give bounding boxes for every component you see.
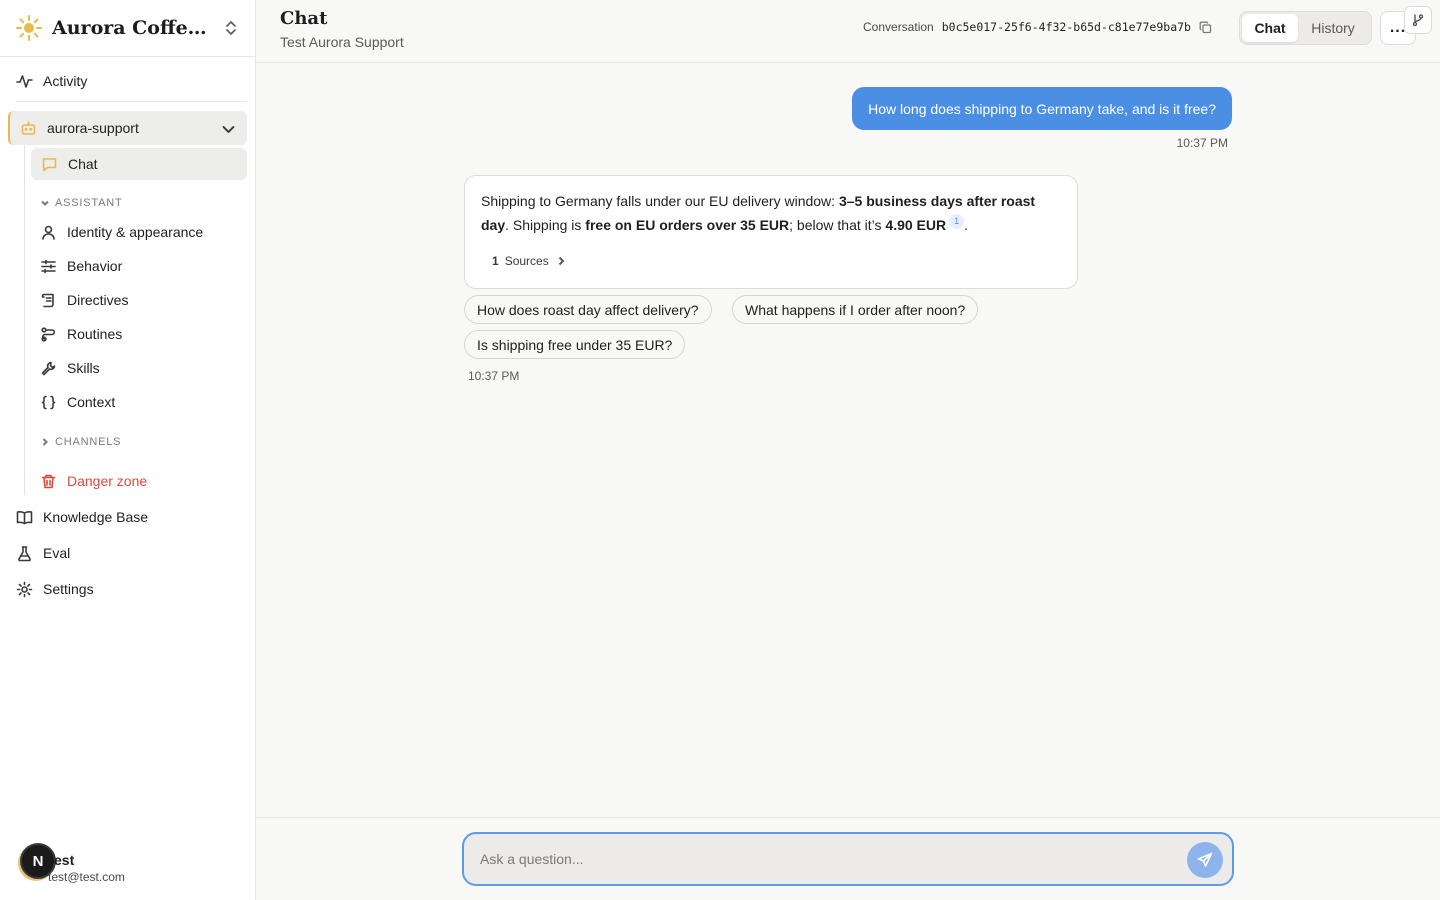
chevron-up-down-icon	[226, 21, 236, 35]
nav-danger-zone[interactable]: Danger zone	[40, 465, 240, 497]
branch-button[interactable]	[1404, 6, 1432, 34]
agent-name: aurora-support	[47, 120, 139, 136]
user-menu[interactable]: N est test@test.com	[18, 843, 238, 884]
tree-line	[24, 145, 25, 495]
chevron-down-icon	[41, 200, 49, 206]
sun-logo-icon	[16, 15, 42, 41]
send-icon	[1197, 852, 1213, 867]
nav-routines[interactable]: Routines	[40, 318, 240, 350]
user-email: test@test.com	[48, 870, 125, 884]
trash-icon	[40, 473, 57, 490]
user-message: How long does shipping to Germany take, …	[852, 87, 1232, 130]
chevron-down-icon	[222, 126, 235, 133]
sources-count: 1	[492, 254, 499, 268]
workspace-switcher[interactable]: Aurora Coffee R...	[16, 12, 246, 44]
nav-identity-label: Identity & appearance	[67, 224, 204, 240]
nav-routines-label: Routines	[67, 326, 123, 342]
nav-activity-label: Activity	[43, 73, 88, 89]
nav-directives-label: Directives	[67, 292, 129, 308]
user-name: est	[54, 852, 75, 868]
scroll-icon	[40, 292, 57, 309]
conversation-id: b0c5e017-25f6-4f32-b65d-c81e77e9ba7b	[941, 20, 1191, 34]
nav-chat-label: Chat	[68, 156, 98, 172]
bot-icon	[20, 120, 37, 137]
activity-icon	[16, 73, 33, 90]
nav-eval[interactable]: Eval	[16, 537, 246, 569]
nav-directives[interactable]: Directives	[40, 284, 240, 316]
view-toggle: Chat History	[1239, 11, 1372, 45]
git-branch-icon	[1412, 14, 1424, 27]
channels-section-label: CHANNELS	[55, 436, 122, 448]
message-icon	[41, 156, 58, 173]
user-message-text: How long does shipping to Germany take, …	[868, 100, 1216, 117]
assistant-section-label: ASSISTANT	[55, 197, 123, 209]
nav-behavior[interactable]: Behavior	[40, 250, 240, 282]
answer-text: ; below that it’s	[789, 217, 886, 233]
send-button[interactable]	[1187, 842, 1223, 878]
nav-activity[interactable]: Activity	[16, 65, 246, 97]
nav-knowledge-label: Knowledge Base	[43, 509, 149, 525]
conversation-label: Conversation	[863, 20, 934, 34]
sidebar-divider	[0, 56, 255, 57]
agent-selector[interactable]: aurora-support	[8, 111, 247, 145]
answer-text: . Shipping is	[505, 217, 586, 233]
assistant-message-time: 10:37 PM	[468, 369, 520, 383]
nav-skills-label: Skills	[67, 360, 100, 376]
suggestion-chip[interactable]: What happens if I order after noon?	[732, 295, 979, 324]
nav-eval-label: Eval	[43, 545, 71, 561]
answer-text: .	[964, 217, 968, 233]
nav-knowledge-base[interactable]: Knowledge Base	[16, 501, 246, 533]
nav-behavior-label: Behavior	[67, 258, 123, 274]
nav-skills[interactable]: Skills	[40, 352, 240, 384]
chevron-right-icon	[558, 256, 565, 266]
channels-section-toggle[interactable]: CHANNELS	[40, 436, 121, 448]
nav-context-label: Context	[67, 394, 116, 410]
page-title: Chat	[280, 8, 328, 29]
answer-highlight: 4.90 EUR	[885, 217, 947, 233]
braces-icon	[40, 394, 57, 411]
citation-badge[interactable]: 1	[949, 213, 965, 229]
assistant-message-text: Shipping to Germany falls under our EU d…	[481, 189, 1061, 237]
book-icon	[16, 509, 33, 526]
nav-settings-label: Settings	[43, 581, 94, 597]
user-message-time: 10:37 PM	[1176, 136, 1228, 150]
nav-settings[interactable]: Settings	[16, 573, 246, 605]
gear-icon	[16, 581, 33, 598]
flask-icon	[16, 545, 33, 562]
answer-text: Shipping to Germany falls under our EU d…	[481, 193, 839, 209]
sources-toggle[interactable]: 1 Sources	[492, 254, 567, 268]
workflow-icon	[40, 326, 57, 343]
assistant-section-toggle[interactable]: ASSISTANT	[40, 197, 123, 209]
user-icon	[40, 224, 57, 241]
sliders-icon	[40, 258, 57, 275]
composer	[462, 832, 1234, 886]
nav-danger-label: Danger zone	[67, 473, 148, 489]
suggestion-chip[interactable]: How does roast day affect delivery?	[464, 295, 712, 324]
chevron-right-icon	[42, 438, 48, 446]
tab-history[interactable]: History	[1298, 14, 1368, 42]
assistant-message: Shipping to Germany falls under our EU d…	[464, 175, 1078, 289]
copy-icon[interactable]	[1199, 21, 1212, 34]
suggestion-chip[interactable]: Is shipping free under 35 EUR?	[464, 330, 686, 359]
nav-identity[interactable]: Identity & appearance	[40, 216, 240, 248]
wrench-icon	[40, 360, 57, 377]
message-input[interactable]	[480, 846, 1160, 872]
workspace-name: Aurora Coffee R...	[52, 17, 214, 39]
page-subtitle: Test Aurora Support	[280, 34, 404, 50]
nav-chat[interactable]: Chat	[31, 148, 247, 180]
nav-context[interactable]: Context	[40, 386, 240, 418]
answer-highlight: free on EU orders over 35 EUR	[585, 217, 790, 233]
tab-chat[interactable]: Chat	[1242, 14, 1298, 42]
sources-label: Sources	[504, 254, 549, 268]
conversation-info: Conversation b0c5e017-25f6-4f32-b65d-c81…	[863, 20, 1212, 34]
page-header: Chat Test Aurora Support Conversation b0…	[256, 0, 1440, 63]
sidebar: Aurora Coffee R... Activity aurora-suppo…	[0, 0, 256, 900]
nav-divider	[16, 101, 247, 102]
